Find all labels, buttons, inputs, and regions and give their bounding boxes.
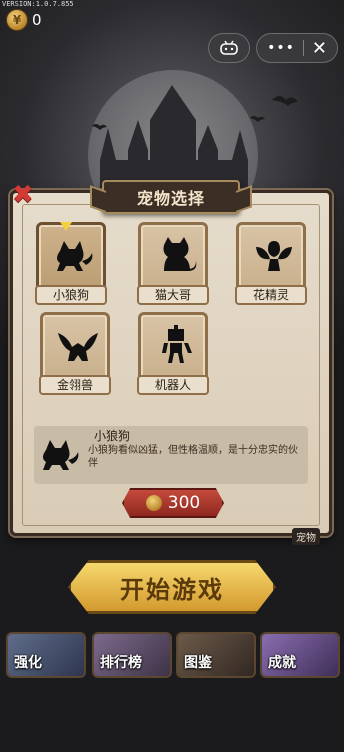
pet-label: 机器人 — [137, 375, 209, 395]
close-app-button[interactable]: ✕ — [312, 38, 327, 59]
selected-pet-name: 小狼狗 — [94, 429, 131, 443]
bottom-nav: 强化 排行榜 图鉴 成就 — [4, 632, 340, 680]
start-game-button[interactable]: 开始游戏 — [68, 560, 276, 614]
pet-card-cat[interactable]: 猫大哥 — [137, 222, 209, 305]
selected-indicator-icon — [60, 222, 72, 231]
wolf-avatar-icon — [43, 440, 79, 470]
flower-sprite-silhouette-icon — [256, 241, 292, 271]
nav-codex-button[interactable]: 图鉴 — [176, 632, 256, 678]
nav-upgrade-button[interactable]: 强化 — [6, 632, 86, 678]
nav-leaderboard-button[interactable]: 排行榜 — [92, 632, 172, 678]
panel-close-button[interactable]: ✖ — [12, 182, 34, 208]
gamepad-icon — [220, 40, 238, 55]
pet-label: 猫大哥 — [137, 285, 209, 305]
buy-pet-button[interactable]: 300 — [122, 488, 224, 518]
coin-count: 0 — [32, 11, 42, 29]
nav-label: 排行榜 — [100, 655, 142, 671]
pet-label: 金翎兽 — [39, 375, 111, 395]
golden-beast-silhouette-icon — [58, 333, 98, 361]
pet-card-robot[interactable]: 机器人 — [137, 312, 209, 395]
pet-select-panel: 宠物选择 ✖ 小狼狗 猫大哥 花精灵 金翎兽 机器人 小狼狗 小狼狗看似凶猛，但… — [10, 180, 332, 536]
selected-pet-description: 小狼狗看似凶猛，但性格温顺，是十分忠实的伙伴 — [88, 445, 298, 469]
version-label: VERSION:1.0.7.855 — [2, 0, 74, 8]
wolf-silhouette-icon — [57, 241, 93, 271]
pet-card-wolf[interactable]: 小狼狗 — [35, 222, 107, 305]
panel-title: 宠物选择 — [102, 180, 240, 214]
capsule-divider — [302, 40, 304, 56]
pet-label: 花精灵 — [235, 285, 307, 305]
coin-icon: ¥ — [6, 9, 28, 31]
coin-counter: ¥ 0 — [6, 9, 42, 31]
pet-price: 300 — [167, 493, 201, 513]
coin-icon — [145, 495, 162, 511]
pet-tab-label[interactable]: 宠物 — [292, 528, 320, 545]
pet-card-golden-beast[interactable]: 金翎兽 — [39, 312, 111, 395]
pet-description-box: 小狼狗 小狼狗看似凶猛，但性格温顺，是十分忠实的伙伴 — [34, 426, 308, 484]
mini-program-capsule: ••• ✕ — [256, 33, 338, 63]
nav-label: 强化 — [14, 655, 42, 671]
more-options-button[interactable]: ••• — [267, 40, 295, 56]
nav-label: 图鉴 — [184, 655, 212, 671]
nav-label: 成就 — [268, 655, 296, 671]
gamepad-button[interactable] — [208, 33, 250, 63]
robot-silhouette-icon — [162, 325, 192, 363]
pet-label: 小狼狗 — [35, 285, 107, 305]
cat-silhouette-icon — [163, 237, 197, 271]
pet-card-flower-sprite[interactable]: 花精灵 — [235, 222, 307, 305]
nav-achievements-button[interactable]: 成就 — [260, 632, 340, 678]
